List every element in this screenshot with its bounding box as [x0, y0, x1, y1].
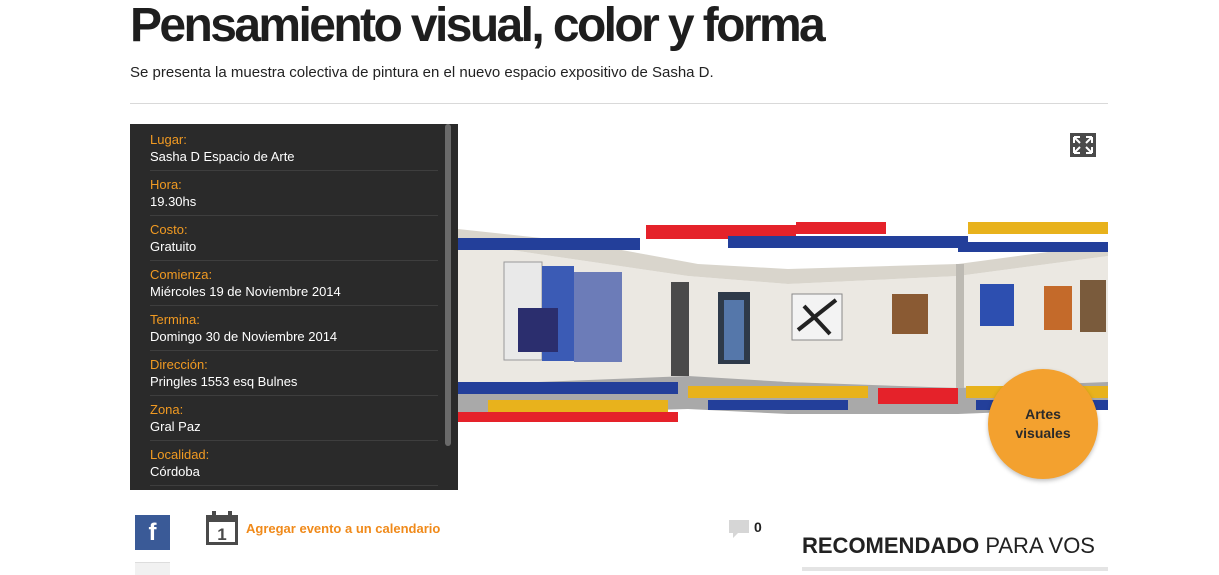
- info-item-comienza: Comienza: Miércoles 19 de Noviembre 2014: [150, 261, 438, 306]
- info-item-direccion: Dirección: Pringles 1553 esq Bulnes: [150, 351, 438, 396]
- comment-count: 0: [754, 519, 762, 535]
- facebook-share-button[interactable]: f: [135, 515, 170, 550]
- category-badge[interactable]: Artes visuales: [988, 369, 1098, 479]
- info-item-localidad: Localidad: Córdoba: [150, 441, 438, 486]
- event-info-panel[interactable]: Lugar: Sasha D Espacio de Arte Hora: 19.…: [130, 124, 458, 490]
- calendar-icon[interactable]: 1: [205, 510, 239, 546]
- info-label: Termina:: [150, 312, 200, 327]
- share-count-box: [135, 562, 170, 575]
- recommended-rule: [802, 567, 1108, 571]
- event-subtitle: Se presenta la muestra colectiva de pint…: [130, 64, 714, 81]
- info-item-costo: Costo: Gratuito: [150, 216, 438, 261]
- info-label: Zona:: [150, 402, 184, 417]
- info-value: 19.30hs: [150, 194, 197, 209]
- info-value: Gral Paz: [150, 419, 201, 434]
- info-label: Localidad:: [150, 447, 210, 462]
- facebook-icon: f: [148, 518, 157, 546]
- recommended-heading: RECOMENDADO PARA VOS: [802, 533, 1095, 559]
- expand-button[interactable]: [1070, 133, 1096, 157]
- page-title: Pensamiento visual, color y forma: [130, 0, 826, 52]
- info-value: Miércoles 19 de Noviembre 2014: [150, 284, 341, 299]
- info-label: Dirección:: [150, 357, 208, 372]
- info-label: Hora:: [150, 177, 182, 192]
- info-panel-scrollbar[interactable]: [445, 124, 451, 446]
- info-label: Comienza:: [150, 267, 213, 282]
- info-label: Lugar:: [150, 132, 187, 147]
- recommended-bold: RECOMENDADO: [802, 533, 980, 558]
- info-value: Gratuito: [150, 239, 197, 254]
- info-value: Domingo 30 de Noviembre 2014: [150, 329, 338, 344]
- expand-icon: [1073, 136, 1093, 154]
- add-to-calendar-link[interactable]: Agregar evento a un calendario: [246, 521, 440, 536]
- info-label: Costo:: [150, 222, 188, 237]
- comment-icon[interactable]: [728, 518, 750, 540]
- event-info-list: Lugar: Sasha D Espacio de Arte Hora: 19.…: [150, 126, 438, 486]
- info-item-zona: Zona: Gral Paz: [150, 396, 438, 441]
- category-label: Artes visuales: [1015, 406, 1071, 441]
- info-value: Sasha D Espacio de Arte: [150, 149, 295, 164]
- info-item-hora: Hora: 19.30hs: [150, 171, 438, 216]
- divider: [130, 103, 1108, 104]
- info-value: Córdoba: [150, 464, 200, 479]
- info-item-termina: Termina: Domingo 30 de Noviembre 2014: [150, 306, 438, 351]
- info-value: Pringles 1553 esq Bulnes: [150, 374, 298, 389]
- info-item-lugar: Lugar: Sasha D Espacio de Arte: [150, 126, 438, 171]
- recommended-rest: PARA VOS: [979, 533, 1095, 558]
- calendar-day: 1: [217, 525, 226, 544]
